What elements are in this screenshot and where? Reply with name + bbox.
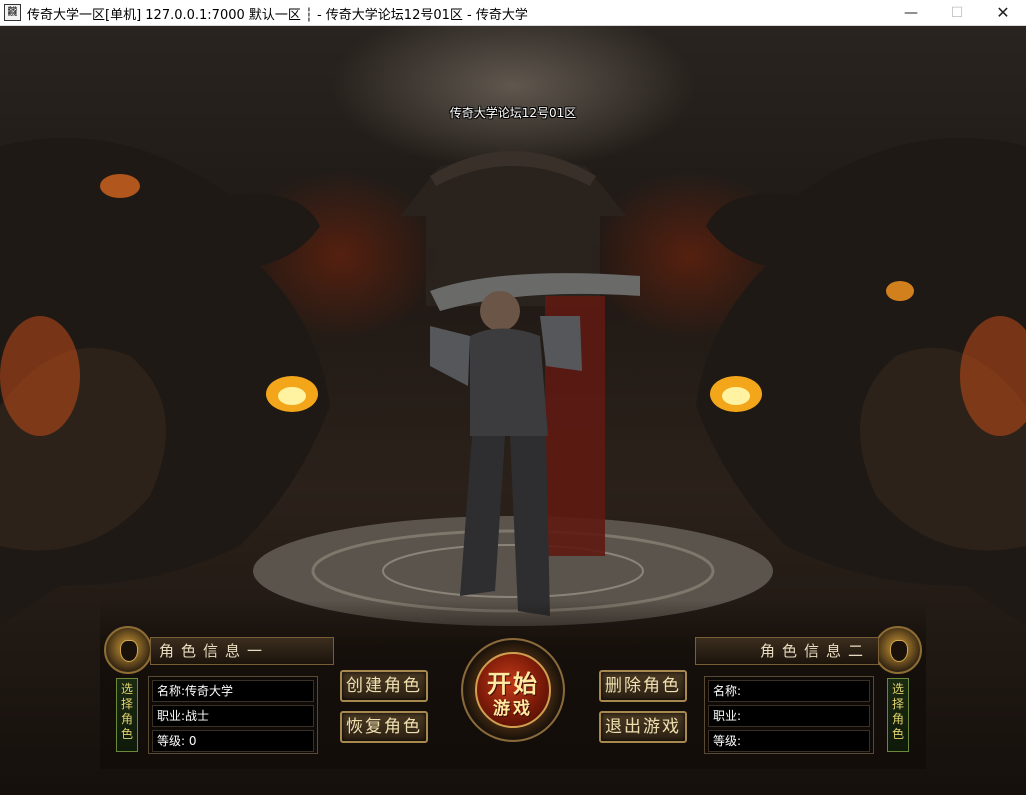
character-one-job: 职业:战士	[152, 705, 314, 727]
left-emblem-icon	[104, 626, 152, 674]
delete-character-button[interactable]: 删除角色	[599, 670, 687, 702]
select-character-two-button[interactable]: 选择角色	[887, 678, 909, 752]
create-character-button[interactable]: 创建角色	[340, 670, 428, 702]
start-game-button[interactable]: 开始 游戏	[461, 638, 565, 758]
left-ember	[100, 174, 140, 198]
character-two-info: 名称: 职业: 等级:	[704, 676, 874, 754]
server-name-label: 传奇大学论坛12号01区	[449, 106, 577, 120]
left-brazier-core	[278, 387, 306, 405]
character-one-info: 名称:传奇大学 职业:战士 等级: 0	[148, 676, 318, 754]
right-brazier-core	[722, 387, 750, 405]
warrior-head	[480, 291, 520, 331]
app-icon: 龖	[4, 4, 21, 21]
window-title: 传奇大学一区[单机] 127.0.0.1:7000 默认一区 ┆ - 传奇大学论…	[27, 8, 528, 23]
character-one-name: 名称:传奇大学	[152, 680, 314, 702]
character-two-header: 角色信息二	[695, 637, 879, 665]
character-one-level: 等级: 0	[152, 730, 314, 752]
warrior-torso	[470, 328, 548, 436]
maximize-button[interactable]: ☐	[934, 0, 980, 26]
right-ember	[886, 281, 914, 301]
character-two-name: 名称:	[708, 680, 870, 702]
left-lava-glow	[0, 316, 80, 436]
right-emblem-icon	[874, 626, 922, 674]
warrior-right-pauldron	[540, 316, 582, 371]
restore-character-button[interactable]: 恢复角色	[340, 711, 428, 743]
close-button[interactable]: ✕	[980, 0, 1026, 26]
character-two-job: 职业:	[708, 705, 870, 727]
character-two-level: 等级:	[708, 730, 870, 752]
character-one-header: 角色信息一	[150, 637, 334, 665]
exit-game-button[interactable]: 退出游戏	[599, 711, 687, 743]
window-title-bar: 龖 传奇大学一区[单机] 127.0.0.1:7000 默认一区 ┆ - 传奇大…	[0, 0, 1026, 26]
warrior-left-pauldron	[430, 326, 470, 386]
start-game-label-line2: 游戏	[493, 699, 533, 719]
minimize-button[interactable]: —	[888, 0, 934, 26]
select-character-one-button[interactable]: 选择角色	[116, 678, 138, 752]
